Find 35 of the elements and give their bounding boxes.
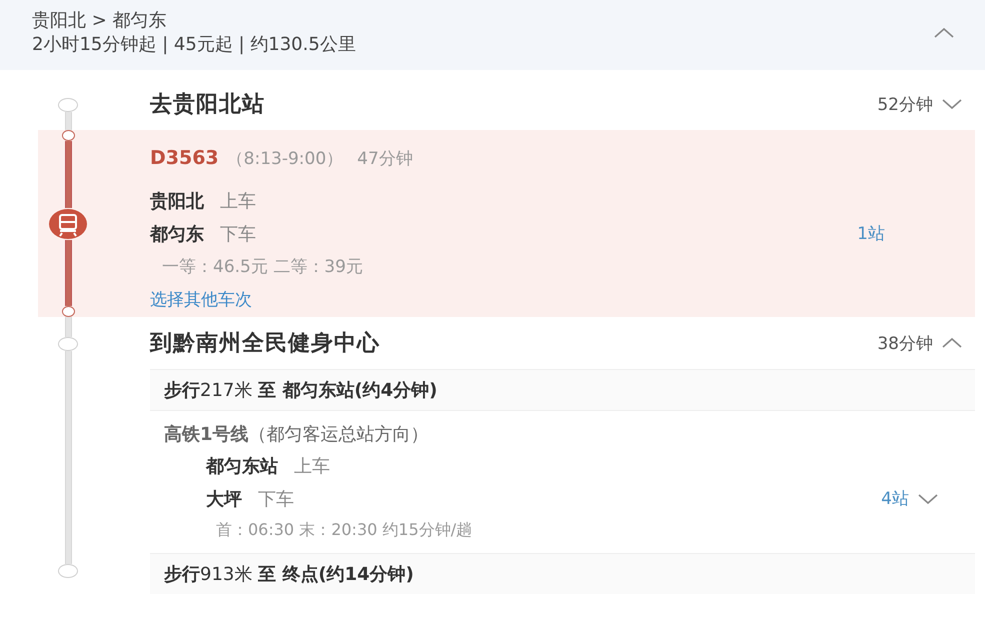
station-action: 上车	[294, 454, 330, 478]
collapse-icon[interactable]	[933, 26, 955, 38]
transit-line: 高铁1号线（都匀客运总站方向）	[164, 423, 429, 446]
train-duration: 47分钟	[357, 148, 413, 170]
station-action: 下车	[258, 488, 294, 510]
fare-info: 一等：46.5元 二等：39元	[162, 256, 363, 278]
segment-duration: 38分钟	[877, 332, 933, 354]
segment-title: 到黔南州全民健身中心	[150, 330, 381, 358]
route-summary: 2小时15分钟起 | 45元起 | 约130.5公里	[32, 34, 357, 56]
other-trains-link[interactable]: 选择其他车次	[150, 288, 252, 311]
expand-icon[interactable]	[941, 98, 963, 110]
stop-count[interactable]: 4站	[881, 487, 909, 510]
station-name: 大坪	[206, 488, 242, 510]
route-node	[58, 337, 78, 351]
route-node	[58, 564, 78, 578]
segment-title: 去贵阳北站	[150, 91, 266, 119]
station-name: 都匀东	[150, 222, 204, 246]
walk-instruction: 步行217米 至 都匀东站(约4分钟)	[164, 380, 438, 401]
segment-duration: 52分钟	[877, 94, 933, 116]
station-name: 都匀东站	[206, 454, 278, 478]
walk-instruction: 步行913米 至 终点(约14分钟)	[164, 564, 414, 585]
schedule-info: 首：06:30 末：20:30 约15分钟/趟	[216, 520, 472, 540]
expand-icon[interactable]	[941, 337, 963, 349]
route-node	[58, 98, 78, 112]
station-action: 下车	[220, 222, 256, 246]
train-time: （8:13-9:00）	[226, 148, 344, 170]
train-number: D3563	[150, 147, 219, 169]
stop-count[interactable]: 1站	[857, 222, 885, 245]
route-title: 贵阳北 > 都匀东	[32, 10, 168, 32]
expand-icon[interactable]	[917, 492, 939, 504]
station-name: 贵阳北	[150, 190, 204, 212]
route-node	[62, 306, 74, 317]
route-node	[62, 130, 74, 141]
station-action: 上车	[220, 190, 256, 212]
train-icon	[48, 208, 88, 240]
